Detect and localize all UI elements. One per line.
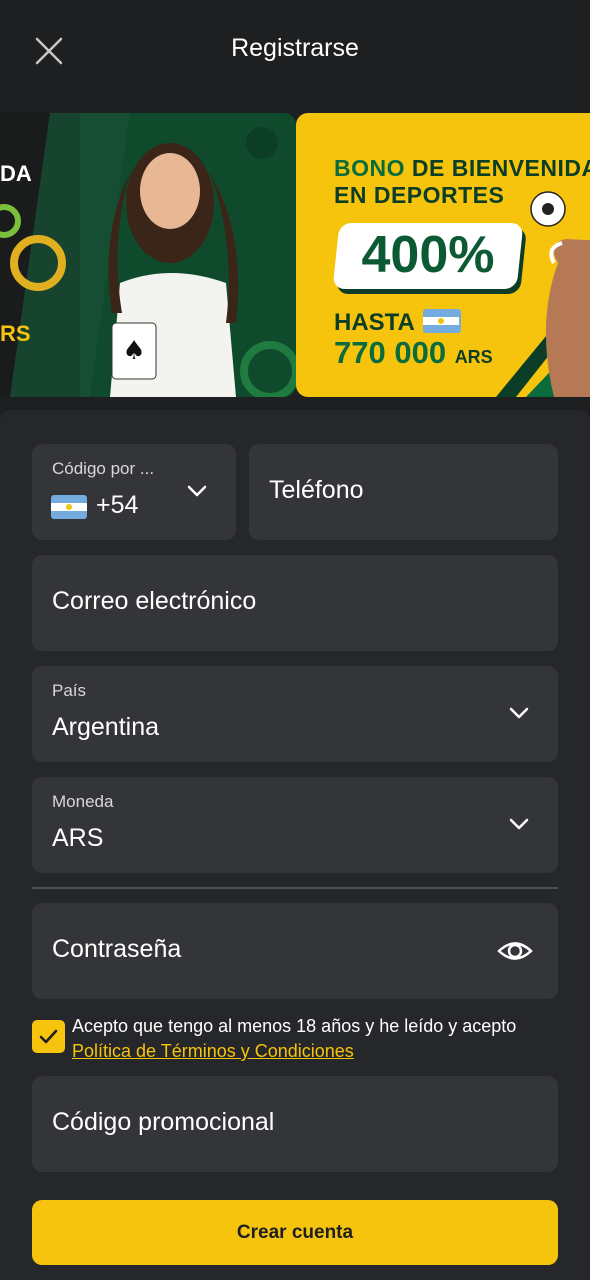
currency-label: Moneda — [52, 792, 114, 811]
top-bar: Registrarse — [0, 0, 590, 100]
chevron-down-icon — [509, 707, 529, 719]
chevron-down-icon — [187, 485, 207, 497]
country-label: País — [52, 681, 87, 700]
casino-banner-text-top: DA — [0, 161, 32, 186]
email-field[interactable]: Correo electrónico — [32, 555, 558, 651]
promo-banner-carousel[interactable]: ♠ DA RS BONO DE BIENVENIDA EN DEPORTES 4… — [0, 113, 590, 397]
create-account-button[interactable]: Crear cuenta — [32, 1200, 558, 1265]
section-divider — [32, 887, 558, 889]
sports-bonus-banner[interactable]: BONO DE BIENVENIDA EN DEPORTES 400% HAST… — [296, 113, 590, 397]
phone-code-value: +54 — [96, 491, 139, 519]
currency-value: ARS — [52, 824, 104, 852]
casino-banner-text-bottom: RS — [0, 321, 31, 346]
currency-select[interactable]: Moneda ARS — [32, 777, 558, 873]
eye-icon[interactable] — [496, 933, 534, 969]
country-select[interactable]: País Argentina — [32, 666, 558, 762]
terms-checkbox[interactable] — [32, 1020, 65, 1053]
bonus-title-line2: EN DEPORTES — [334, 182, 505, 208]
phone-placeholder: Teléfono — [269, 476, 364, 504]
promo-code-placeholder: Código promocional — [52, 1108, 275, 1136]
bonus-percent: 400% — [361, 226, 495, 284]
page-title: Registrarse — [231, 34, 359, 62]
casino-banner-art: ♠ — [0, 113, 296, 397]
phone-code-select[interactable]: Código por ... +54 — [32, 444, 236, 540]
check-icon — [39, 1029, 58, 1044]
terms-link[interactable]: Política de Términos y Condiciones — [72, 1041, 354, 1061]
bonus-hasta-label: HASTA — [334, 308, 461, 337]
casino-promo-banner[interactable]: ♠ DA RS — [0, 113, 296, 397]
bonus-amount: 770 000 ARS — [334, 335, 493, 370]
argentina-flag-icon — [51, 495, 87, 519]
phone-input[interactable]: Teléfono — [249, 444, 558, 540]
bonus-title-line1: BONO DE BIENVENIDA — [334, 155, 590, 181]
phone-code-label: Código por ... — [52, 459, 155, 478]
svg-text:♠: ♠ — [122, 336, 145, 366]
promo-code-field[interactable]: Código promocional — [32, 1076, 558, 1172]
terms-text: Acepto que tengo al menos 18 años y he l… — [72, 1016, 517, 1061]
chevron-down-icon — [509, 818, 529, 830]
password-placeholder: Contraseña — [52, 935, 182, 963]
password-field[interactable]: Contraseña — [32, 903, 558, 999]
argentina-flag-icon — [422, 308, 461, 333]
country-value: Argentina — [52, 713, 160, 741]
email-placeholder: Correo electrónico — [52, 587, 257, 615]
